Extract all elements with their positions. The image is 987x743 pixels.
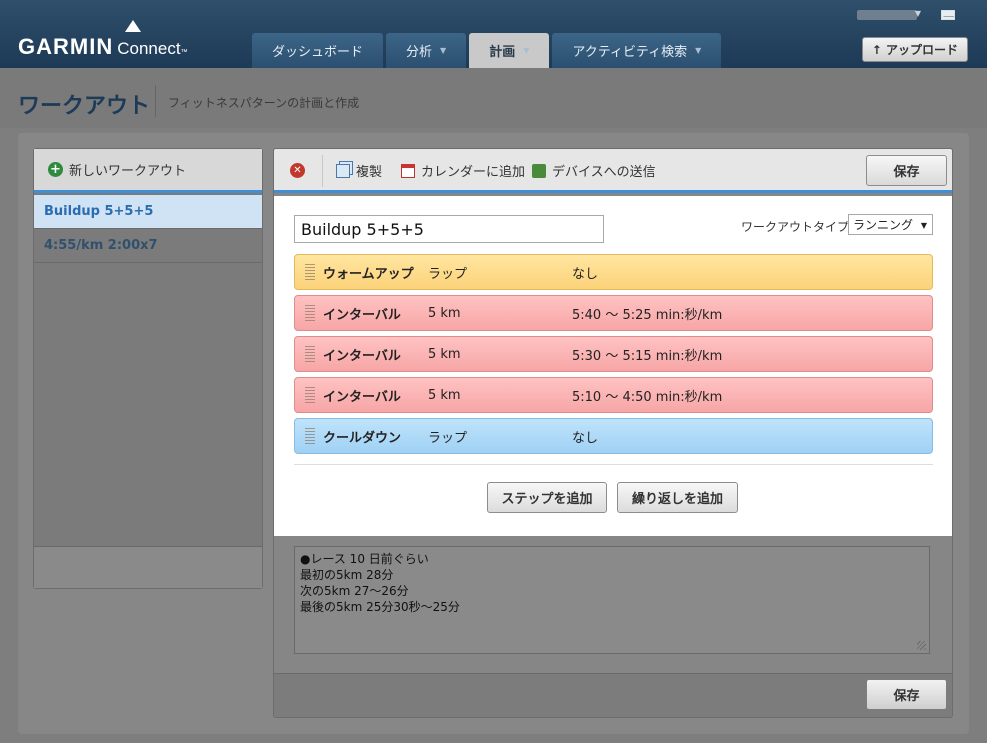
top-header: GARMIN Connect™ ▼ ダッシュボード 分析 ▼ 計画 ▼ アクティビ… bbox=[0, 0, 987, 68]
step-row[interactable]: ウォームアップ ラップ なし bbox=[294, 254, 933, 290]
workout-editor: ワークアウトタイプ: ランニング ▼ ウォームアップ ラップ なし インターバル… bbox=[274, 196, 952, 536]
step-duration: 5 km bbox=[428, 387, 461, 403]
drag-handle-icon[interactable] bbox=[305, 428, 315, 444]
step-duration: ラップ bbox=[428, 430, 468, 446]
workout-type-label: ワークアウトタイプ: bbox=[741, 220, 854, 234]
step-duration: ラップ bbox=[428, 266, 468, 282]
plus-icon: + bbox=[48, 162, 63, 177]
send-device-icon bbox=[532, 163, 546, 178]
step-target: なし bbox=[572, 430, 599, 446]
page-title: ワークアウト bbox=[18, 94, 151, 119]
tab-dashboard[interactable]: ダッシュボード bbox=[252, 33, 384, 68]
copy-icon bbox=[336, 163, 350, 178]
drag-handle-icon[interactable] bbox=[305, 346, 315, 362]
step-row[interactable]: インターバル 5 km 5:40 ～ 5:25 min:秒/km bbox=[294, 295, 933, 331]
arrow-up-icon: ↑ bbox=[871, 42, 882, 57]
workout-name-input[interactable] bbox=[294, 215, 604, 243]
tab-plan[interactable]: 計画 ▼ bbox=[469, 33, 550, 68]
add-repeat-button[interactable]: 繰り返しを追加 bbox=[617, 482, 738, 513]
copy-label: 複製 bbox=[356, 165, 383, 180]
drag-handle-icon[interactable] bbox=[305, 387, 315, 403]
step-name: インターバル bbox=[323, 307, 401, 323]
copy-button[interactable]: 複製 bbox=[336, 161, 382, 180]
chevron-down-icon: ▼ bbox=[695, 46, 702, 55]
step-row[interactable]: インターバル 5 km 5:30 ～ 5:15 min:秒/km bbox=[294, 336, 933, 372]
drag-handle-icon[interactable] bbox=[305, 264, 315, 280]
main-nav-tabs: ダッシュボード 分析 ▼ 計画 ▼ アクティビティ検索 ▼ bbox=[252, 33, 722, 68]
logo-sub: Connect bbox=[117, 39, 181, 58]
send-to-device-button[interactable]: デバイスへの送信 bbox=[532, 161, 656, 180]
tab-label: 分析 bbox=[406, 45, 433, 60]
chevron-down-icon: ▼ bbox=[523, 46, 530, 55]
chevron-down-icon: ▼ bbox=[920, 221, 927, 230]
notes-text: ●レース 10 日前ぐらい 最初の5km 28分 次の5km 27～26分 最後… bbox=[300, 552, 460, 614]
upload-label: アップロード bbox=[885, 43, 958, 57]
step-name: ウォームアップ bbox=[323, 266, 414, 282]
workout-notes-textarea[interactable]: ●レース 10 日前ぐらい 最初の5km 28分 次の5km 27～26分 最後… bbox=[294, 546, 930, 654]
save-button[interactable]: 保存 bbox=[866, 155, 947, 186]
editor-footer: 保存 bbox=[274, 673, 952, 717]
new-workout-label: 新しいワークアウト bbox=[69, 164, 187, 179]
page-title-bar: ワークアウト フィットネスパターンの計画と作成 bbox=[0, 68, 987, 128]
editor-divider bbox=[294, 464, 933, 465]
workout-list-panel: + 新しいワークアウト Buildup 5+5+5 4:55/km 2:00x7 bbox=[33, 148, 263, 589]
step-name: クールダウン bbox=[323, 430, 402, 446]
editor-toolbar: ✕ 複製 カレンダーに追加 デバイスへの送信 保存 bbox=[274, 149, 952, 193]
calendar-icon bbox=[401, 163, 415, 178]
user-menu[interactable] bbox=[857, 10, 917, 20]
step-duration: 5 km bbox=[428, 346, 461, 362]
tab-label: アクティビティ検索 bbox=[572, 45, 688, 60]
delete-icon[interactable]: ✕ bbox=[290, 163, 305, 178]
tab-activity-search[interactable]: アクティビティ検索 ▼ bbox=[552, 33, 722, 68]
tab-label: 計画 bbox=[489, 45, 516, 60]
logo-main: GARMIN bbox=[18, 34, 114, 59]
calendar-label: カレンダーに追加 bbox=[421, 165, 526, 180]
workout-list-footer bbox=[34, 546, 262, 588]
toolbar-divider bbox=[322, 155, 323, 187]
upload-button[interactable]: ↑ アップロード bbox=[861, 37, 968, 62]
step-row[interactable]: クールダウン ラップ なし bbox=[294, 418, 933, 454]
step-target: 5:40 ～ 5:25 min:秒/km bbox=[572, 307, 723, 323]
chevron-down-icon: ▼ bbox=[440, 46, 447, 55]
drag-handle-icon[interactable] bbox=[305, 305, 315, 321]
add-to-calendar-button[interactable]: カレンダーに追加 bbox=[401, 161, 525, 180]
workout-type-value: ランニング bbox=[853, 218, 914, 232]
step-target: 5:10 ～ 4:50 min:秒/km bbox=[572, 389, 723, 405]
title-divider bbox=[155, 85, 156, 117]
workout-steps: ウォームアップ ラップ なし インターバル 5 km 5:40 ～ 5:25 m… bbox=[294, 254, 933, 459]
garmin-connect-logo[interactable]: GARMIN Connect™ bbox=[18, 34, 188, 60]
step-target: 5:30 ～ 5:15 min:秒/km bbox=[572, 348, 723, 364]
tab-label: ダッシュボード bbox=[272, 45, 364, 60]
step-name: インターバル bbox=[323, 348, 401, 364]
new-workout-button[interactable]: + 新しいワークアウト bbox=[34, 149, 262, 193]
workout-list-item[interactable]: Buildup 5+5+5 bbox=[34, 195, 262, 229]
mail-icon[interactable] bbox=[941, 10, 955, 20]
save-button-bottom[interactable]: 保存 bbox=[866, 679, 947, 710]
tab-analysis[interactable]: 分析 ▼ bbox=[386, 33, 467, 68]
chevron-down-icon[interactable]: ▼ bbox=[915, 9, 921, 18]
workout-list-item[interactable]: 4:55/km 2:00x7 bbox=[34, 229, 262, 263]
step-duration: 5 km bbox=[428, 305, 461, 321]
step-name: インターバル bbox=[323, 389, 401, 405]
step-target: なし bbox=[572, 266, 599, 282]
workout-editor-panel: ✕ 複製 カレンダーに追加 デバイスへの送信 保存 ワークアウトタイプ: ランニ… bbox=[273, 148, 953, 718]
resize-handle-icon[interactable] bbox=[917, 641, 926, 650]
logo-tm: ™ bbox=[180, 49, 188, 56]
workout-type-select[interactable]: ランニング ▼ bbox=[848, 214, 933, 235]
send-label: デバイスへの送信 bbox=[552, 165, 656, 180]
logo-triangle-icon bbox=[125, 20, 141, 32]
step-row[interactable]: インターバル 5 km 5:10 ～ 4:50 min:秒/km bbox=[294, 377, 933, 413]
add-step-button[interactable]: ステップを追加 bbox=[487, 482, 607, 513]
workout-list: Buildup 5+5+5 4:55/km 2:00x7 bbox=[34, 195, 262, 263]
page-subtitle: フィットネスパターンの計画と作成 bbox=[168, 96, 360, 110]
